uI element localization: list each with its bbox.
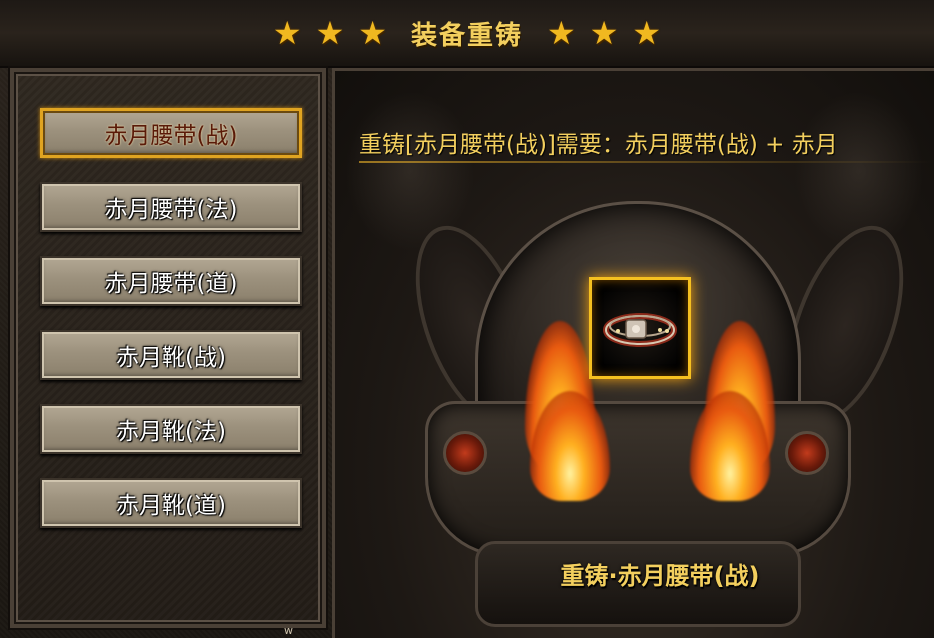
item-button-boots-taoist[interactable]: 赤月靴(道) [40,478,302,528]
star-icon: ★ [358,14,387,52]
star-icon: ★ [632,14,662,52]
item-button-belt-warrior[interactable]: 赤月腰带(战) [40,108,302,158]
reforge-item-slot[interactable] [589,277,691,379]
star-icon: ★ [272,14,302,52]
reforge-detail-panel: 重铸[赤月腰带(战)]需要：赤月腰带(战) + 赤月 重铸·赤月腰带(战) [332,68,934,638]
title-group: ★ ★ ★ 装备重铸 ★ ★ ★ [273,15,661,52]
item-button-belt-mage[interactable]: 赤月腰带(法) [40,182,302,232]
star-icon: ★ [315,14,345,52]
ornament-ring-left [443,431,487,475]
reforge-window: ★ ★ ★ 装备重铸 ★ ★ ★ 赤月腰带(战) 赤月腰带(法) 赤月腰带(道)… [0,0,934,638]
dragon-ornament-right [794,91,924,251]
corner-mark: w [284,624,293,637]
item-button-boots-mage[interactable]: 赤月靴(法) [40,404,302,454]
requirement-text: 重铸[赤月腰带(战)]需要：赤月腰带(战) + 赤月 [359,132,838,158]
reforge-button[interactable]: 重铸·赤月腰带(战) [495,551,825,595]
item-list-panel: 赤月腰带(战) 赤月腰带(法) 赤月腰带(道) 赤月靴(战) 赤月靴(法) 赤月… [10,68,326,628]
ornament-ring-right [785,431,829,475]
window-title: 装备重铸 [410,20,523,51]
item-button-belt-taoist[interactable]: 赤月腰带(道) [40,256,302,306]
star-icon: ★ [547,14,576,52]
title-bar: ★ ★ ★ 装备重铸 ★ ★ ★ [0,0,934,68]
furnace-body [425,401,851,557]
star-icon: ★ [589,14,619,52]
belt-icon [603,313,677,347]
requirement-underline [359,161,933,163]
item-button-boots-warrior[interactable]: 赤月靴(战) [40,330,302,380]
